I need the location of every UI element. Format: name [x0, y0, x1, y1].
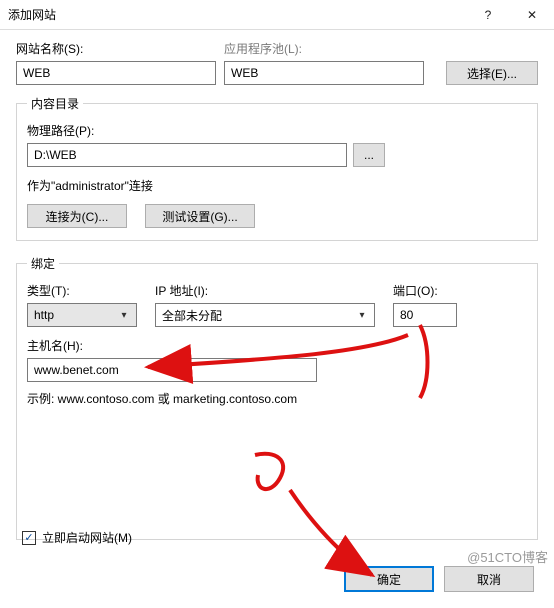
close-icon: ✕ [527, 8, 537, 22]
ip-label: IP 地址(I): [155, 282, 375, 299]
site-name-input[interactable] [16, 61, 216, 85]
binding-legend: 绑定 [27, 255, 59, 272]
connect-as-text: 作为"administrator"连接 [27, 177, 527, 194]
apppool-label: 应用程序池(L): [224, 40, 424, 57]
type-value: http [34, 308, 118, 322]
port-input[interactable] [393, 303, 457, 327]
content-dir-group: 内容目录 物理路径(P): ... 作为"administrator"连接 连接… [16, 95, 538, 241]
select-apppool-button[interactable]: 选择(E)... [446, 61, 538, 85]
type-label: 类型(T): [27, 282, 137, 299]
apppool-input [224, 61, 424, 85]
type-select[interactable]: http ▾ [27, 303, 137, 327]
binding-group: 绑定 类型(T): http ▾ IP 地址(I): 全部未分配 ▾ 端口(O)… [16, 255, 538, 540]
help-icon: ? [485, 8, 492, 22]
ip-select[interactable]: 全部未分配 ▾ [155, 303, 375, 327]
start-now-checkbox[interactable]: ✓ [22, 531, 36, 545]
dialog-footer: 确定 取消 [344, 566, 534, 592]
chevron-down-icon: ▾ [118, 310, 130, 321]
close-button[interactable]: ✕ [510, 0, 554, 30]
start-now-label: 立即启动网站(M) [42, 529, 132, 546]
site-name-label: 网站名称(S): [16, 40, 216, 57]
dialog-content: 网站名称(S): 应用程序池(L): . 选择(E)... 内容目录 物理路径(… [0, 30, 554, 540]
connect-as-button[interactable]: 连接为(C)... [27, 204, 127, 228]
cancel-button[interactable]: 取消 [444, 566, 534, 592]
hostname-input[interactable] [27, 358, 317, 382]
hostname-label: 主机名(H): [27, 337, 527, 354]
watermark: @51CTO博客 [467, 547, 548, 566]
content-dir-legend: 内容目录 [27, 95, 83, 112]
physical-path-label: 物理路径(P): [27, 122, 527, 139]
browse-path-button[interactable]: ... [353, 143, 385, 167]
chevron-down-icon: ▾ [356, 310, 368, 321]
physical-path-input[interactable] [27, 143, 347, 167]
ip-value: 全部未分配 [162, 307, 356, 324]
hostname-example: 示例: www.contoso.com 或 marketing.contoso.… [27, 390, 527, 407]
test-settings-button[interactable]: 测试设置(G)... [145, 204, 255, 228]
window-title: 添加网站 [8, 6, 466, 23]
titlebar: 添加网站 ? ✕ [0, 0, 554, 30]
port-label: 端口(O): [393, 282, 457, 299]
help-button[interactable]: ? [466, 0, 510, 30]
start-now-row[interactable]: ✓ 立即启动网站(M) [22, 529, 132, 546]
check-icon: ✓ [24, 531, 33, 544]
ok-button[interactable]: 确定 [344, 566, 434, 592]
